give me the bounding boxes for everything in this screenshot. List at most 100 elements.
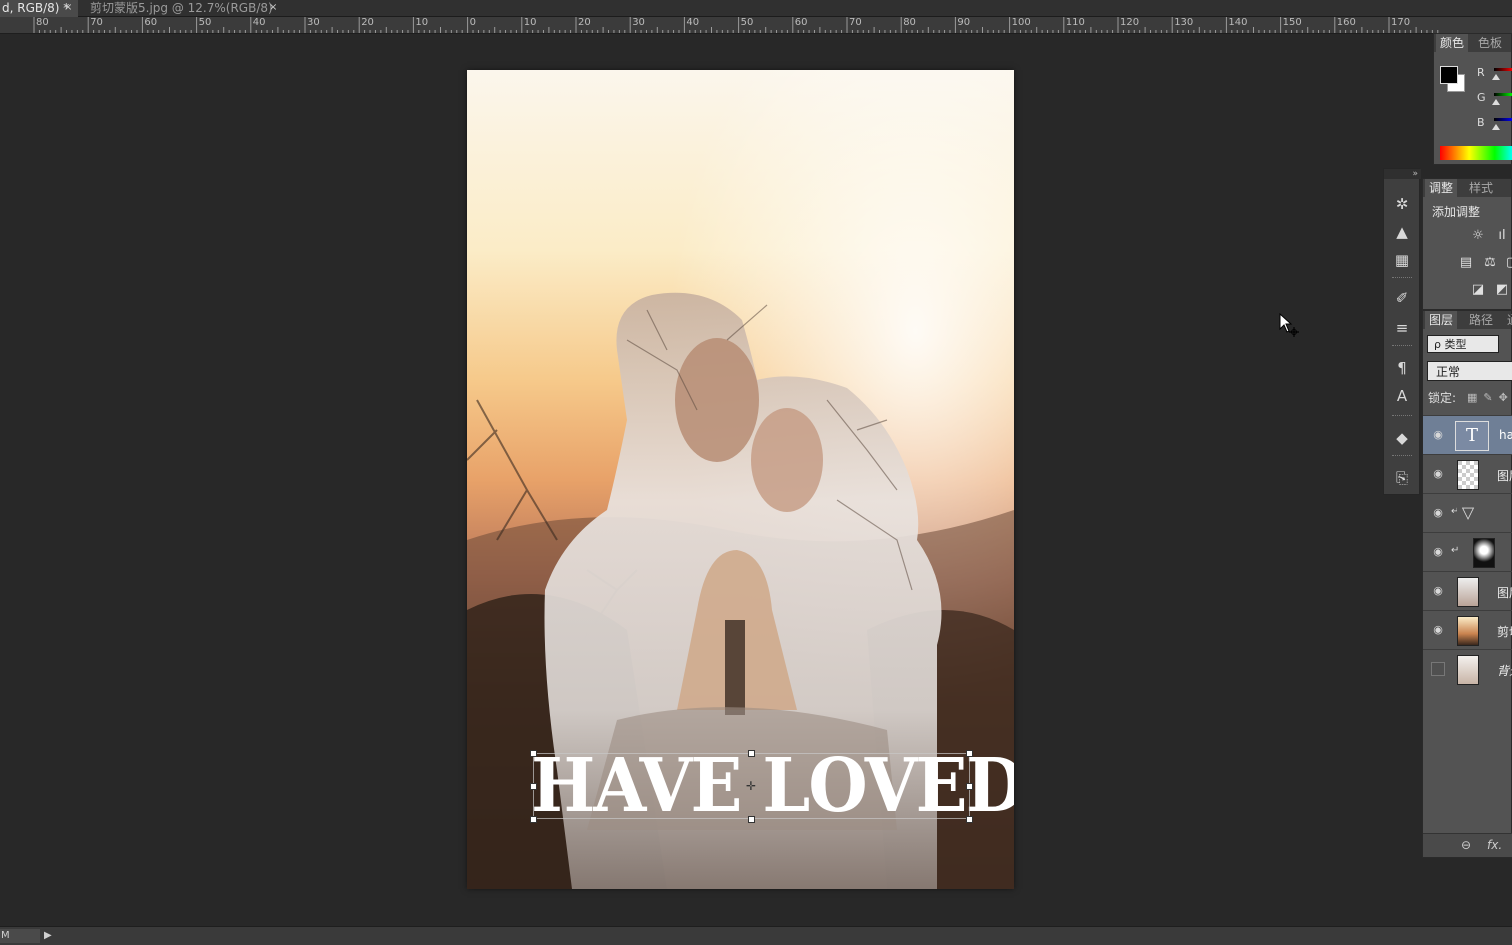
layer-thumb <box>1457 460 1479 490</box>
tab-channels[interactable]: 通 <box>1503 311 1512 329</box>
ruler-label: 140 <box>1228 17 1248 28</box>
transform-handle[interactable] <box>966 750 973 757</box>
tab-paths[interactable]: 路径 <box>1465 311 1497 329</box>
slider-g[interactable] <box>1494 93 1512 96</box>
visibility-eye-icon[interactable]: ◉ <box>1431 623 1445 637</box>
foreground-color-swatch[interactable] <box>1440 66 1458 84</box>
visibility-eye-icon[interactable]: ◉ <box>1431 467 1445 481</box>
layers-panel-tabs: 图层 路径 通 <box>1423 311 1512 329</box>
photoshop-window: { "tabs": [ {"label": "d, RGB/8) *", "cl… <box>0 0 1512 945</box>
brightness-icon[interactable]: ☼ <box>1469 228 1487 244</box>
ruler-label: 120 <box>1120 17 1140 28</box>
ruler-label: 0 <box>469 17 476 28</box>
history-icon[interactable]: ⎘ <box>1390 467 1414 489</box>
layer-name: 背景 <box>1497 664 1512 678</box>
visibility-toggle-empty-icon[interactable] <box>1431 662 1445 676</box>
paragraph-icon[interactable]: ¶ <box>1390 357 1414 379</box>
transform-handle[interactable] <box>530 816 537 823</box>
ruler-label: 130 <box>1174 17 1194 28</box>
separator <box>1392 277 1412 279</box>
brush-presets-icon[interactable]: ✐ <box>1390 287 1414 309</box>
fx-icon[interactable]: fx. <box>1487 838 1502 852</box>
status-menu-arrow-icon[interactable]: ▶ <box>44 930 52 941</box>
ruler-label: 100 <box>1011 17 1031 28</box>
layer-row-background[interactable]: 背景 <box>1423 649 1512 688</box>
visibility-eye-icon[interactable]: ◉ <box>1431 428 1445 442</box>
info-icon[interactable]: ▦ <box>1390 249 1414 271</box>
exposure-icon[interactable]: ▤ <box>1457 255 1475 271</box>
layer-row-adjustment[interactable]: ◉ ↵ ▽ <box>1423 493 1512 532</box>
tab-color[interactable]: 颜色 <box>1436 34 1469 52</box>
ruler-label: 170 <box>1391 17 1411 28</box>
bw-icon[interactable]: ▢ <box>1503 255 1512 271</box>
transform-center-icon[interactable]: ✛ <box>746 780 758 792</box>
tab-active-document[interactable]: d, RGB/8) * × <box>0 0 78 17</box>
ruler-label: 10 <box>523 17 537 28</box>
visibility-eye-icon[interactable]: ◉ <box>1431 584 1445 598</box>
layer-row-masked[interactable]: ◉ ↵ <box>1423 532 1512 571</box>
collapse-arrows-icon[interactable]: » <box>1384 169 1421 179</box>
status-bar: M ▶ <box>0 926 1512 945</box>
ruler-label: 20 <box>361 17 374 28</box>
zoom-field[interactable]: M <box>0 929 40 943</box>
gradient-map-icon[interactable]: ◩ <box>1493 282 1511 298</box>
color-balance-icon[interactable]: ⚖ <box>1481 255 1499 271</box>
ruler-labels: 80 70 60 50 40 30 20 10 0 10 20 30 40 50 60 70 80 90 100 11… <box>0 17 1512 33</box>
layer-row[interactable]: ◉ 图层 <box>1423 571 1512 610</box>
tab-adjustments[interactable]: 调整 <box>1425 179 1458 197</box>
ruler-label: 40 <box>686 17 700 28</box>
ruler-label: 40 <box>252 17 266 28</box>
transform-handle[interactable] <box>530 783 537 790</box>
layer-row[interactable]: ◉ 图层 <box>1423 454 1512 493</box>
character-icon[interactable]: A <box>1390 385 1414 407</box>
separator <box>1392 345 1412 347</box>
transform-handle[interactable] <box>966 783 973 790</box>
ruler-label: 90 <box>957 17 971 28</box>
visibility-eye-icon[interactable]: ◉ <box>1431 545 1445 559</box>
ruler-label: 150 <box>1282 17 1302 28</box>
transform-handle[interactable] <box>530 750 537 757</box>
channel-label-r: R <box>1477 66 1485 79</box>
tab-layers[interactable]: 图层 <box>1425 311 1458 329</box>
blend-mode-select[interactable]: 正常 <box>1427 361 1512 381</box>
layer-thumb <box>1457 655 1479 685</box>
tab-close-icon[interactable]: × <box>269 0 277 16</box>
slider-knob-icon[interactable] <box>1492 99 1500 105</box>
link-layers-icon[interactable]: ⊖ <box>1461 838 1471 852</box>
tab-swatches[interactable]: 色板 <box>1474 34 1506 52</box>
histogram-icon[interactable]: ▲ <box>1390 221 1414 243</box>
transform-handle[interactable] <box>748 816 755 823</box>
slider-b[interactable] <box>1494 118 1512 121</box>
slider-r[interactable] <box>1494 68 1512 71</box>
layer-name: 图层 <box>1497 469 1512 483</box>
ruler-label: 70 <box>90 17 103 28</box>
layer-kind-filter[interactable]: ρ 类型 <box>1427 335 1499 353</box>
layer-row-smart[interactable]: ◉ 剪切 <box>1423 610 1512 649</box>
color-spectrum-bar[interactable] <box>1440 146 1512 160</box>
text-layer-thumb-icon: T <box>1455 421 1489 451</box>
slider-knob-icon[interactable] <box>1492 124 1500 130</box>
layers-panel-footer: ⊖ fx. <box>1423 833 1512 857</box>
slider-knob-icon[interactable] <box>1492 74 1500 80</box>
layer-name: 图层 <box>1497 586 1512 600</box>
levels-icon[interactable]: ıl <box>1493 228 1511 244</box>
lock-options-icon[interactable]: ▦✎✥ <box>1467 391 1512 404</box>
ruler-label: 70 <box>849 17 862 28</box>
tab-styles[interactable]: 样式 <box>1465 179 1497 197</box>
tab-label: d, RGB/8) * <box>2 1 70 15</box>
invert-icon[interactable]: ◪ <box>1469 282 1487 298</box>
transform-handle[interactable] <box>966 816 973 823</box>
transform-handle[interactable] <box>748 750 755 757</box>
layer-row-text[interactable]: ◉ T hav <box>1423 415 1512 454</box>
ruler-label: 60 <box>144 17 158 28</box>
tab-label: 剪切蒙版5.jpg @ 12.7%(RGB/8) <box>90 1 273 15</box>
horizontal-ruler: 80 70 60 50 40 30 20 10 0 10 20 30 40 50 60 70 80 90 100 11… <box>0 17 1512 34</box>
tab-clipping-mask-document[interactable]: 剪切蒙版5.jpg @ 12.7%(RGB/8) × <box>84 0 282 17</box>
separator <box>1392 455 1412 457</box>
brush-settings-icon[interactable]: ≡ <box>1390 317 1414 339</box>
visibility-eye-icon[interactable]: ◉ <box>1431 506 1445 520</box>
3d-icon[interactable]: ◆ <box>1390 427 1414 449</box>
navigator-icon[interactable]: ✲ <box>1390 193 1414 215</box>
tab-close-icon[interactable]: × <box>64 0 72 16</box>
ruler-label: 50 <box>198 17 212 28</box>
